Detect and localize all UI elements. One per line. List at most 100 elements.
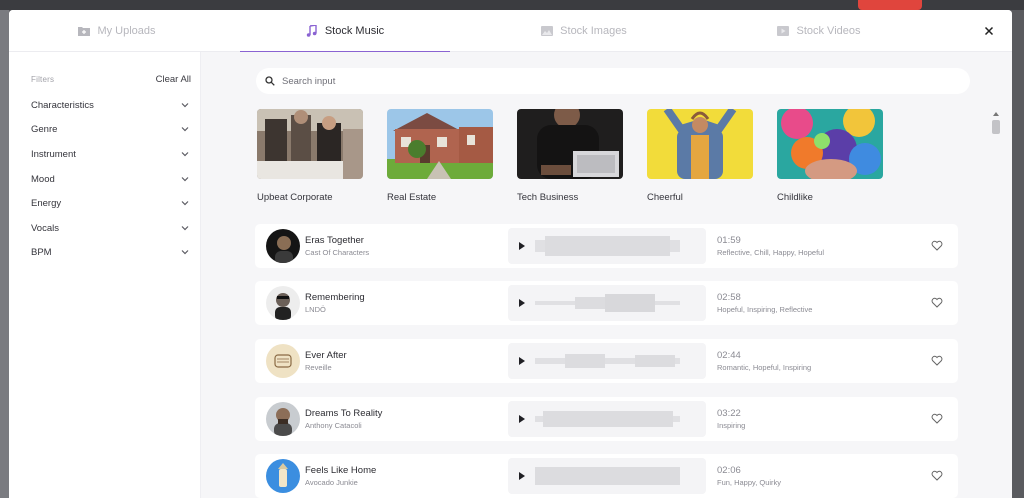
search-input[interactable] [282, 75, 882, 87]
track-title: Ever After [305, 350, 347, 361]
category-label: Childlike [777, 192, 813, 203]
play-icon[interactable] [519, 415, 525, 423]
audio-player [508, 228, 706, 264]
filters-header: Filters Clear All [31, 74, 191, 85]
track-title: Eras Together [305, 235, 364, 246]
close-icon[interactable] [982, 24, 996, 38]
chevron-down-icon [181, 103, 189, 108]
track-row[interactable]: Ever After Reveille 02:44 Romantic, Hope… [255, 339, 958, 383]
filter-label: Instrument [31, 148, 76, 160]
waveform[interactable] [535, 407, 680, 431]
track-tags: Hopeful, Inspiring, Reflective [717, 305, 813, 314]
tab-my-uploads[interactable]: My Uploads [9, 10, 225, 52]
category-thumbnail [777, 109, 883, 179]
track-cover [266, 286, 300, 320]
track-row[interactable]: Dreams To Reality Anthony Catacoli 03:22… [255, 397, 958, 441]
filter-bpm[interactable]: BPM [31, 242, 189, 262]
track-title: Feels Like Home [305, 465, 377, 476]
track-title: Remembering [305, 292, 365, 303]
category-thumbnail [257, 109, 363, 179]
folder-plus-icon [78, 27, 91, 36]
filter-genre[interactable]: Genre [31, 119, 189, 139]
play-icon[interactable] [519, 299, 525, 307]
filter-label: Vocals [31, 222, 59, 234]
heart-icon[interactable] [931, 240, 943, 251]
track-duration: 02:44 [717, 350, 741, 361]
tab-bar: My Uploads Stock Music Stock Images Stoc… [9, 10, 1012, 53]
track-cover [266, 459, 300, 493]
filter-instrument[interactable]: Instrument [31, 144, 189, 164]
audio-player [508, 401, 706, 437]
tab-stock-videos[interactable]: Stock Videos [714, 10, 924, 52]
audio-player [508, 458, 706, 494]
heart-icon[interactable] [931, 413, 943, 424]
scroll-up-arrow[interactable] [993, 112, 999, 116]
category-card[interactable]: Tech Business [517, 109, 623, 203]
chevron-down-icon [181, 152, 189, 157]
play-icon[interactable] [519, 472, 525, 480]
play-icon[interactable] [519, 242, 525, 250]
video-icon [777, 26, 790, 36]
track-artist: Cast Of Characters [305, 248, 370, 257]
track-row[interactable]: Feels Like Home Avocado Junkie 02:06 Fun… [255, 454, 958, 498]
chevron-down-icon [181, 250, 189, 255]
track-tags: Romantic, Hopeful, Inspiring [717, 363, 812, 372]
background-sidebar [0, 10, 9, 498]
filters-title: Filters [31, 75, 55, 84]
track-row[interactable]: Remembering LNDÖ 02:58 Hopeful, Inspirin… [255, 281, 958, 325]
tab-stock-music[interactable]: Stock Music [240, 10, 450, 53]
track-duration: 02:06 [717, 465, 741, 476]
tab-label: My Uploads [97, 25, 156, 37]
track-artist: Avocado Junkie [305, 478, 358, 487]
waveform[interactable] [535, 291, 680, 315]
track-cover [266, 402, 300, 436]
track-duration: 03:22 [717, 408, 741, 419]
heart-icon[interactable] [931, 470, 943, 481]
category-label: Real Estate [387, 192, 437, 203]
track-tags: Reflective, Chill, Happy, Hopeful [717, 248, 824, 257]
search-icon [265, 76, 275, 86]
audio-player [508, 343, 706, 379]
search-bar [256, 68, 970, 94]
category-label: Tech Business [517, 192, 579, 203]
background-export-button [858, 0, 922, 10]
category-thumbnail [517, 109, 623, 179]
heart-icon[interactable] [931, 355, 943, 366]
clear-all-button[interactable]: Clear All [156, 74, 191, 85]
category-label: Cheerful [647, 192, 683, 203]
tab-stock-images[interactable]: Stock Images [479, 10, 689, 52]
category-label: Upbeat Corporate [257, 192, 333, 203]
category-card[interactable]: Upbeat Corporate [257, 109, 363, 203]
category-thumbnail [647, 109, 753, 179]
chevron-down-icon [181, 177, 189, 182]
track-duration: 02:58 [717, 292, 741, 303]
image-icon [541, 26, 554, 36]
filter-energy[interactable]: Energy [31, 193, 189, 213]
category-card[interactable]: Childlike [777, 109, 883, 203]
waveform[interactable] [535, 464, 680, 488]
track-title: Dreams To Reality [305, 408, 383, 419]
scroll-thumb[interactable] [992, 120, 1000, 134]
waveform[interactable] [535, 349, 680, 373]
filter-characteristics[interactable]: Characteristics [31, 95, 189, 115]
track-row[interactable]: Eras Together Cast Of Characters 01:59 R… [255, 224, 958, 268]
category-card[interactable]: Real Estate [387, 109, 493, 203]
tab-label: Stock Videos [796, 25, 861, 37]
filter-label: BPM [31, 246, 52, 258]
filters-sidebar: Filters Clear All Characteristics Genre … [9, 52, 201, 498]
filter-mood[interactable]: Mood [31, 169, 189, 189]
heart-icon[interactable] [931, 297, 943, 308]
category-card[interactable]: Cheerful [647, 109, 753, 203]
scrollbar[interactable] [992, 112, 1000, 498]
track-tags: Fun, Happy, Quirky [717, 478, 782, 487]
filter-vocals[interactable]: Vocals [31, 218, 189, 238]
category-thumbnail [387, 109, 493, 179]
chevron-down-icon [181, 201, 189, 206]
track-tags: Inspiring [717, 421, 746, 430]
track-cover [266, 229, 300, 263]
play-icon[interactable] [519, 357, 525, 365]
audio-player [508, 285, 706, 321]
chevron-down-icon [181, 226, 189, 231]
filter-label: Mood [31, 173, 55, 185]
waveform[interactable] [535, 234, 680, 258]
